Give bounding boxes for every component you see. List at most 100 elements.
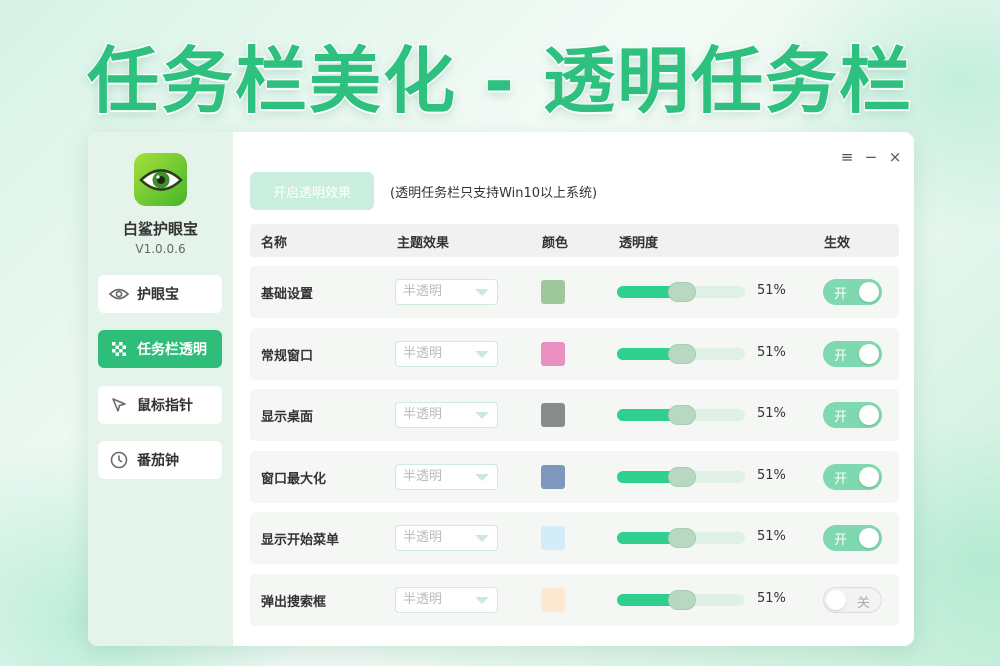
theme-select[interactable]: 半透明 [395,402,498,428]
theme-select-value: 半透明 [403,469,443,484]
theme-select[interactable]: 半透明 [395,341,498,367]
opacity-value: 51% [757,468,786,483]
theme-select[interactable]: 半透明 [395,279,498,305]
enable-transparency-button[interactable]: 开启透明效果 [250,172,374,210]
slider-thumb[interactable] [668,344,696,364]
toggle-label: 开 [834,287,848,302]
chevron-down-icon [475,474,489,481]
table-row: 显示开始菜单 半透明 51% 开 [250,512,899,564]
chevron-down-icon [475,597,489,604]
slider-thumb[interactable] [668,528,696,548]
opacity-slider[interactable] [617,590,745,610]
table-row: 弹出搜索框 半透明 51% 关 [250,574,899,626]
eye-icon [109,284,129,304]
row-name: 常规窗口 [261,349,314,364]
chevron-down-icon [475,351,489,358]
sidebar-item-label: 鼠标指针 [137,398,193,414]
toggle-knob [826,590,846,610]
slider-thumb[interactable] [668,590,696,610]
enabled-toggle[interactable]: 开 [823,341,882,367]
toggle-label: 开 [834,410,848,425]
window-controls: ≡ − × [840,148,902,166]
compatibility-note: (透明任务栏只支持Win10以上系统) [390,186,598,201]
row-name: 显示桌面 [261,410,314,425]
checker-icon [109,339,129,359]
column-header-color: 颜色 [542,236,569,251]
toggle-label: 关 [856,596,870,611]
theme-select-value: 半透明 [403,346,443,361]
toggle-label: 开 [834,472,848,487]
table-row: 基础设置 半透明 51% 开 [250,266,899,318]
row-name: 窗口最大化 [261,472,327,487]
row-name: 显示开始菜单 [261,533,340,548]
chevron-down-icon [475,289,489,296]
column-header-name: 名称 [261,236,288,251]
theme-select-value: 半透明 [403,530,443,545]
opacity-slider[interactable] [617,282,745,302]
enabled-toggle[interactable]: 开 [823,525,882,551]
sidebar-item-label: 任务栏透明 [137,342,207,358]
toggle-label: 开 [834,533,848,548]
theme-select-value: 半透明 [403,284,443,299]
toggle-knob [859,344,879,364]
sidebar-item-label: 番茄钟 [137,453,179,469]
sidebar-item-taskbar-transparent[interactable]: 任务栏透明 [98,330,222,368]
column-header-enabled: 生效 [824,236,851,251]
theme-select[interactable]: 半透明 [395,587,498,613]
menu-icon[interactable]: ≡ [840,148,854,166]
app-logo-icon [134,153,187,206]
opacity-value: 51% [757,283,786,298]
slider-thumb[interactable] [668,467,696,487]
theme-select[interactable]: 半透明 [395,525,498,551]
chevron-down-icon [475,535,489,542]
sidebar-item-eye-care[interactable]: 护眼宝 [98,275,222,313]
slider-thumb[interactable] [668,282,696,302]
enabled-toggle[interactable]: 关 [823,587,882,613]
table-row: 窗口最大化 半透明 51% 开 [250,451,899,503]
opacity-value: 51% [757,345,786,360]
opacity-slider[interactable] [617,405,745,425]
headline-banner: 任务栏美化 - 透明任务栏 [85,38,914,125]
column-header-theme: 主题效果 [397,236,450,251]
color-swatch[interactable] [541,280,565,304]
sidebar-item-mouse-pointer[interactable]: 鼠标指针 [98,386,222,424]
table-row: 显示桌面 半透明 51% 开 [250,389,899,441]
theme-select-value: 半透明 [403,407,443,422]
toggle-label: 开 [834,349,848,364]
sidebar: 白鲨护眼宝 V1.0.0.6 护眼宝 任务栏透明 鼠标指针 番茄钟 [88,132,233,646]
theme-select[interactable]: 半透明 [395,464,498,490]
enabled-toggle[interactable]: 开 [823,402,882,428]
color-swatch[interactable] [541,403,565,427]
sidebar-item-pomodoro[interactable]: 番茄钟 [98,441,222,479]
table-row: 常规窗口 半透明 51% 开 [250,328,899,380]
app-name: 白鲨护眼宝 [122,220,198,238]
cursor-icon [109,395,129,415]
enabled-toggle[interactable]: 开 [823,279,882,305]
app-version: V1.0.0.6 [135,242,186,256]
opacity-slider[interactable] [617,344,745,364]
app-window: 白鲨护眼宝 V1.0.0.6 护眼宝 任务栏透明 鼠标指针 番茄钟 ≡ − × … [88,132,914,646]
opacity-value: 51% [757,529,786,544]
opacity-value: 51% [757,406,786,421]
color-swatch[interactable] [541,526,565,550]
minimize-icon[interactable]: − [864,148,878,166]
row-name: 基础设置 [261,287,314,302]
toggle-knob [859,282,879,302]
row-name: 弹出搜索框 [261,595,327,610]
color-swatch[interactable] [541,342,565,366]
slider-thumb[interactable] [668,405,696,425]
opacity-slider[interactable] [617,467,745,487]
toggle-knob [859,528,879,548]
opacity-slider[interactable] [617,528,745,548]
opacity-value: 51% [757,591,786,606]
column-header-opacity: 透明度 [619,236,659,251]
toggle-knob [859,405,879,425]
chevron-down-icon [475,412,489,419]
sidebar-item-label: 护眼宝 [137,287,179,303]
clock-icon [109,450,129,470]
enabled-toggle[interactable]: 开 [823,464,882,490]
toggle-knob [859,467,879,487]
color-swatch[interactable] [541,465,565,489]
color-swatch[interactable] [541,588,565,612]
close-icon[interactable]: × [888,148,902,166]
